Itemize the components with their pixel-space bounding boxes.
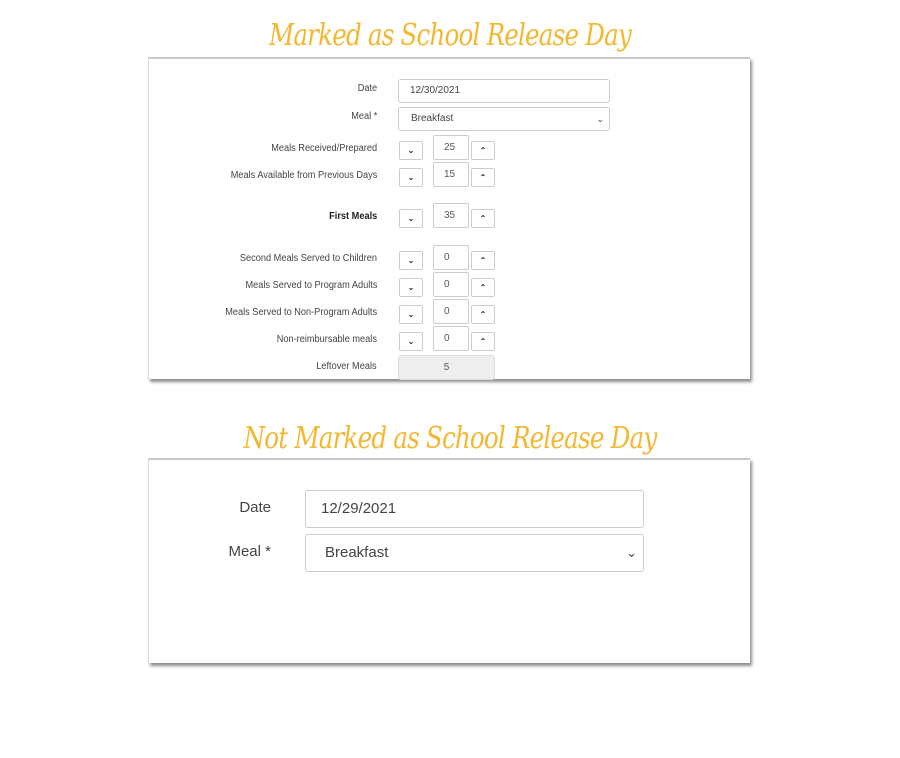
stepper-value-input[interactable]: 0 [433, 326, 469, 351]
chevron-up-icon: ⌃ [479, 173, 487, 182]
meal-select[interactable]: Breakfast ⌄ [398, 107, 610, 131]
chevron-down-icon: ⌄ [626, 545, 637, 560]
increment-button[interactable]: ⌃ [471, 278, 495, 297]
increment-button[interactable]: ⌃ [471, 141, 495, 160]
chevron-down-icon: ⌄ [407, 173, 415, 182]
meal-label: Meal * [228, 543, 271, 560]
date-label: Date [239, 499, 271, 516]
chevron-up-icon: ⌃ [479, 310, 487, 319]
decrement-button[interactable]: ⌄ [399, 278, 423, 297]
chevron-down-icon: ⌄ [407, 256, 415, 265]
stepper-value-input[interactable]: 15 [433, 162, 469, 187]
stepper-row-second-meals: Second Meals Served to Children ⌄ 0 ⌃ [149, 245, 750, 273]
chevron-up-icon: ⌃ [479, 256, 487, 265]
stepper-row-non-program-adults: Meals Served to Non-Program Adults ⌄ 0 ⌃ [149, 299, 750, 327]
stepper-value-input[interactable]: 35 [433, 203, 469, 228]
stepper-value-input[interactable]: 0 [433, 272, 469, 297]
stepper-label: Meals Served to Program Adults [245, 280, 377, 291]
date-input[interactable]: 12/30/2021 [398, 79, 610, 103]
leftover-row: Leftover Meals 5 [149, 355, 750, 381]
decrement-button[interactable]: ⌄ [399, 305, 423, 324]
stepper-label: First Meals [328, 211, 377, 222]
chevron-down-icon: ⌄ [407, 214, 415, 223]
chevron-up-icon: ⌃ [479, 214, 487, 223]
stepper-row-non-reimbursable: Non-reimbursable meals ⌄ 0 ⌃ [149, 326, 750, 354]
chevron-down-icon: ⌄ [407, 310, 415, 319]
chevron-down-icon: ⌄ [407, 337, 415, 346]
decrement-button[interactable]: ⌄ [399, 332, 423, 351]
stepper-value-input[interactable]: 0 [433, 299, 469, 324]
increment-button[interactable]: ⌃ [471, 168, 495, 187]
leftover-label: Leftover Meals [316, 361, 377, 372]
stepper-row-meals-available: Meals Available from Previous Days ⌄ 15 … [149, 162, 750, 190]
stepper-label: Second Meals Served to Children [239, 253, 377, 264]
leftover-value: 5 [398, 355, 495, 380]
chevron-up-icon: ⌃ [479, 283, 487, 292]
meal-label: Meal * [350, 111, 377, 122]
section-title-not-release-day: Not Marked as School Release Day [243, 421, 658, 456]
stepper-label: Non-reimbursable meals [276, 334, 377, 345]
meal-row: Meal * Breakfast ⌄ [149, 534, 750, 572]
decrement-button[interactable]: ⌄ [399, 141, 423, 160]
chevron-down-icon: ⌄ [596, 114, 604, 124]
section-title-release-day: Marked as School Release Day [268, 18, 632, 53]
meal-row: Meal * Breakfast ⌄ [149, 107, 750, 131]
increment-button[interactable]: ⌃ [471, 251, 495, 270]
decrement-button[interactable]: ⌄ [399, 209, 423, 228]
meal-select-value: Breakfast [325, 544, 389, 561]
stepper-value-input[interactable]: 0 [433, 245, 469, 270]
date-row: Date 12/29/2021 [149, 490, 750, 528]
not-release-day-form-panel: Date 12/29/2021 Meal * Breakfast ⌄ [148, 458, 750, 663]
chevron-up-icon: ⌃ [479, 146, 487, 155]
chevron-down-icon: ⌄ [407, 146, 415, 155]
stepper-value-input[interactable]: 25 [433, 135, 469, 160]
chevron-down-icon: ⌄ [407, 283, 415, 292]
chevron-up-icon: ⌃ [479, 337, 487, 346]
date-row: Date 12/30/2021 [149, 79, 750, 103]
increment-button[interactable]: ⌃ [471, 332, 495, 351]
stepper-row-program-adults: Meals Served to Program Adults ⌄ 0 ⌃ [149, 272, 750, 300]
stepper-row-first-meals: First Meals ⌄ 35 ⌃ [149, 203, 750, 231]
stepper-label: Meals Available from Previous Days [230, 170, 377, 181]
increment-button[interactable]: ⌃ [471, 305, 495, 324]
date-input[interactable]: 12/29/2021 [305, 490, 644, 528]
release-day-form-panel: Date 12/30/2021 Meal * Breakfast ⌄ Meals… [148, 57, 750, 381]
meal-select[interactable]: Breakfast ⌄ [305, 534, 644, 572]
meal-select-value: Breakfast [411, 113, 454, 124]
stepper-label: Meals Served to Non-Program Adults [225, 307, 377, 318]
increment-button[interactable]: ⌃ [471, 209, 495, 228]
decrement-button[interactable]: ⌄ [399, 251, 423, 270]
stepper-row-meals-received: Meals Received/Prepared ⌄ 25 ⌃ [149, 135, 750, 163]
date-label: Date [357, 83, 377, 94]
decrement-button[interactable]: ⌄ [399, 168, 423, 187]
stepper-label: Meals Received/Prepared [271, 143, 377, 154]
